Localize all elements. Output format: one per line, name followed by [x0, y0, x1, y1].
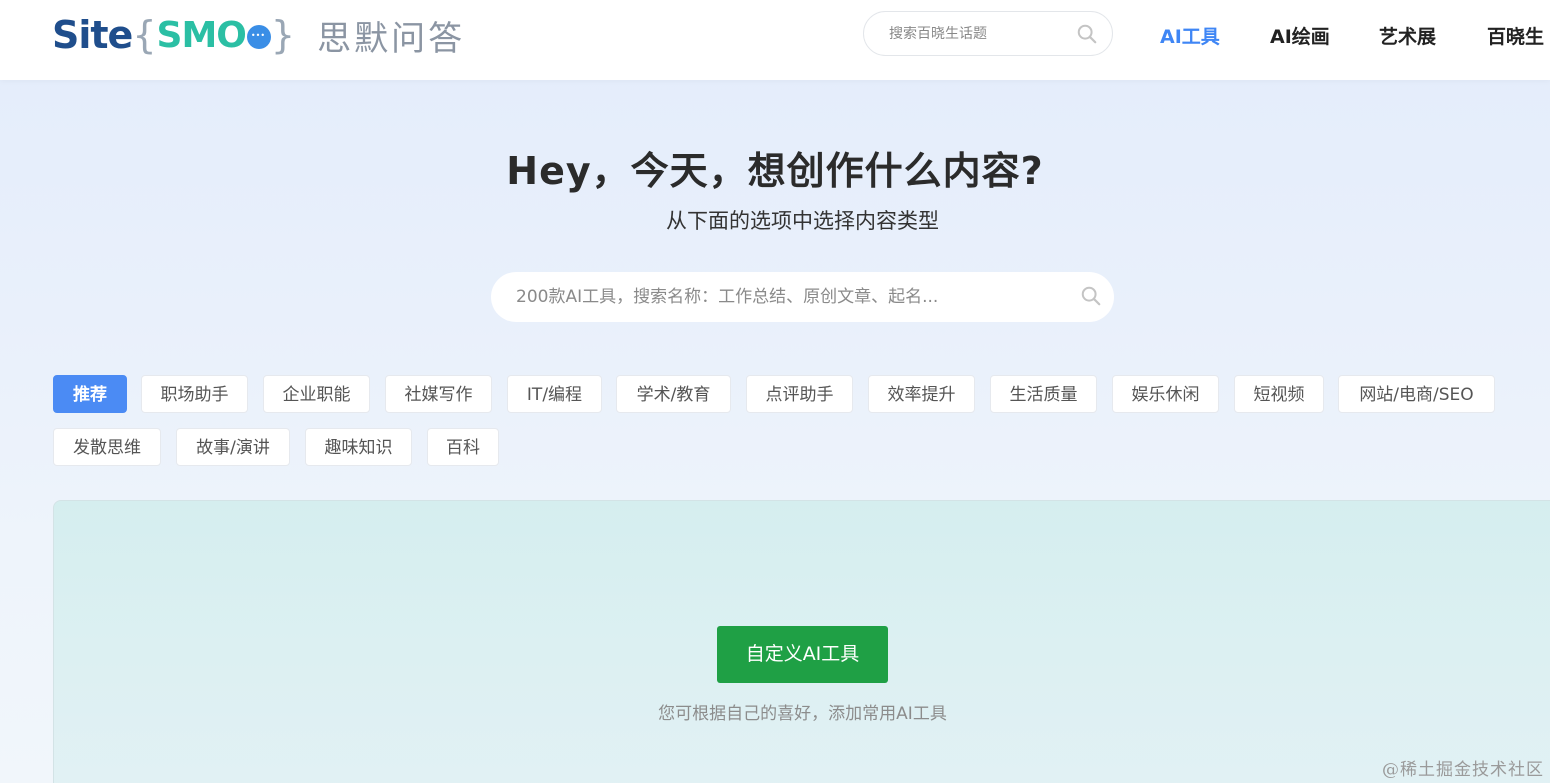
- tool-search-input[interactable]: [516, 287, 1056, 307]
- top-search-box[interactable]: [863, 11, 1113, 56]
- logo-brace-close: }: [270, 13, 296, 57]
- logo-name: 思默问答: [317, 18, 466, 59]
- nav-ai-tools[interactable]: AI工具: [1160, 22, 1220, 49]
- top-search-input[interactable]: [889, 25, 1069, 42]
- tool-search-box[interactable]: [491, 272, 1114, 322]
- category-tab-enterprise[interactable]: 企业职能: [263, 375, 370, 413]
- logo-mark: Site { SMO }: [52, 13, 295, 57]
- page-subtitle: 从下面的选项中选择内容类型: [666, 209, 939, 233]
- category-tab-review[interactable]: 点评助手: [746, 375, 853, 413]
- chat-bubble-icon: [246, 25, 271, 49]
- category-tab-website-seo[interactable]: 网站/电商/SEO: [1338, 375, 1495, 413]
- nav-art-exhibition[interactable]: 艺术展: [1379, 22, 1436, 49]
- custom-tool-hint: 您可根据自己的喜好，添加常用AI工具: [658, 704, 947, 724]
- category-tab-it-coding[interactable]: IT/编程: [507, 375, 602, 413]
- watermark: @稀土掘金技术社区: [1382, 760, 1544, 780]
- category-tab-entertainment[interactable]: 娱乐休闲: [1112, 375, 1219, 413]
- category-tab-efficiency[interactable]: 效率提升: [868, 375, 975, 413]
- nav-baixiaosheng[interactable]: 百晓生: [1487, 22, 1544, 49]
- search-icon[interactable]: [1080, 285, 1102, 307]
- category-tab-recommend[interactable]: 推荐: [53, 375, 127, 413]
- top-header: Site { SMO } 思默问答 AI工具 AI绘画 艺术展 百晓生: [0, 0, 1550, 80]
- logo-smo-letters: SMO: [156, 14, 247, 56]
- category-tab-workplace[interactable]: 职场助手: [141, 375, 248, 413]
- logo-site-text: Site: [52, 13, 133, 57]
- nav-ai-painting[interactable]: AI绘画: [1270, 22, 1330, 49]
- logo-brace-open: {: [132, 13, 157, 57]
- logo-smo-text: SMO: [156, 14, 247, 56]
- site-logo[interactable]: Site { SMO } 思默问答: [52, 10, 465, 60]
- category-tab-divergent[interactable]: 发散思维: [53, 428, 161, 466]
- custom-ai-tool-button[interactable]: 自定义AI工具: [717, 626, 888, 683]
- search-icon[interactable]: [1076, 23, 1098, 45]
- category-tab-social-writing[interactable]: 社媒写作: [385, 375, 492, 413]
- category-tab-short-video[interactable]: 短视频: [1234, 375, 1324, 413]
- category-tab-encyclopedia[interactable]: 百科: [427, 428, 499, 466]
- category-tab-academic[interactable]: 学术/教育: [616, 375, 731, 413]
- page-title: Hey，今天，想创作什么内容?: [506, 149, 1044, 193]
- category-tab-life-quality[interactable]: 生活质量: [990, 375, 1097, 413]
- category-tab-fun-knowledge[interactable]: 趣味知识: [305, 428, 412, 466]
- category-tab-story-speech[interactable]: 故事/演讲: [176, 428, 290, 466]
